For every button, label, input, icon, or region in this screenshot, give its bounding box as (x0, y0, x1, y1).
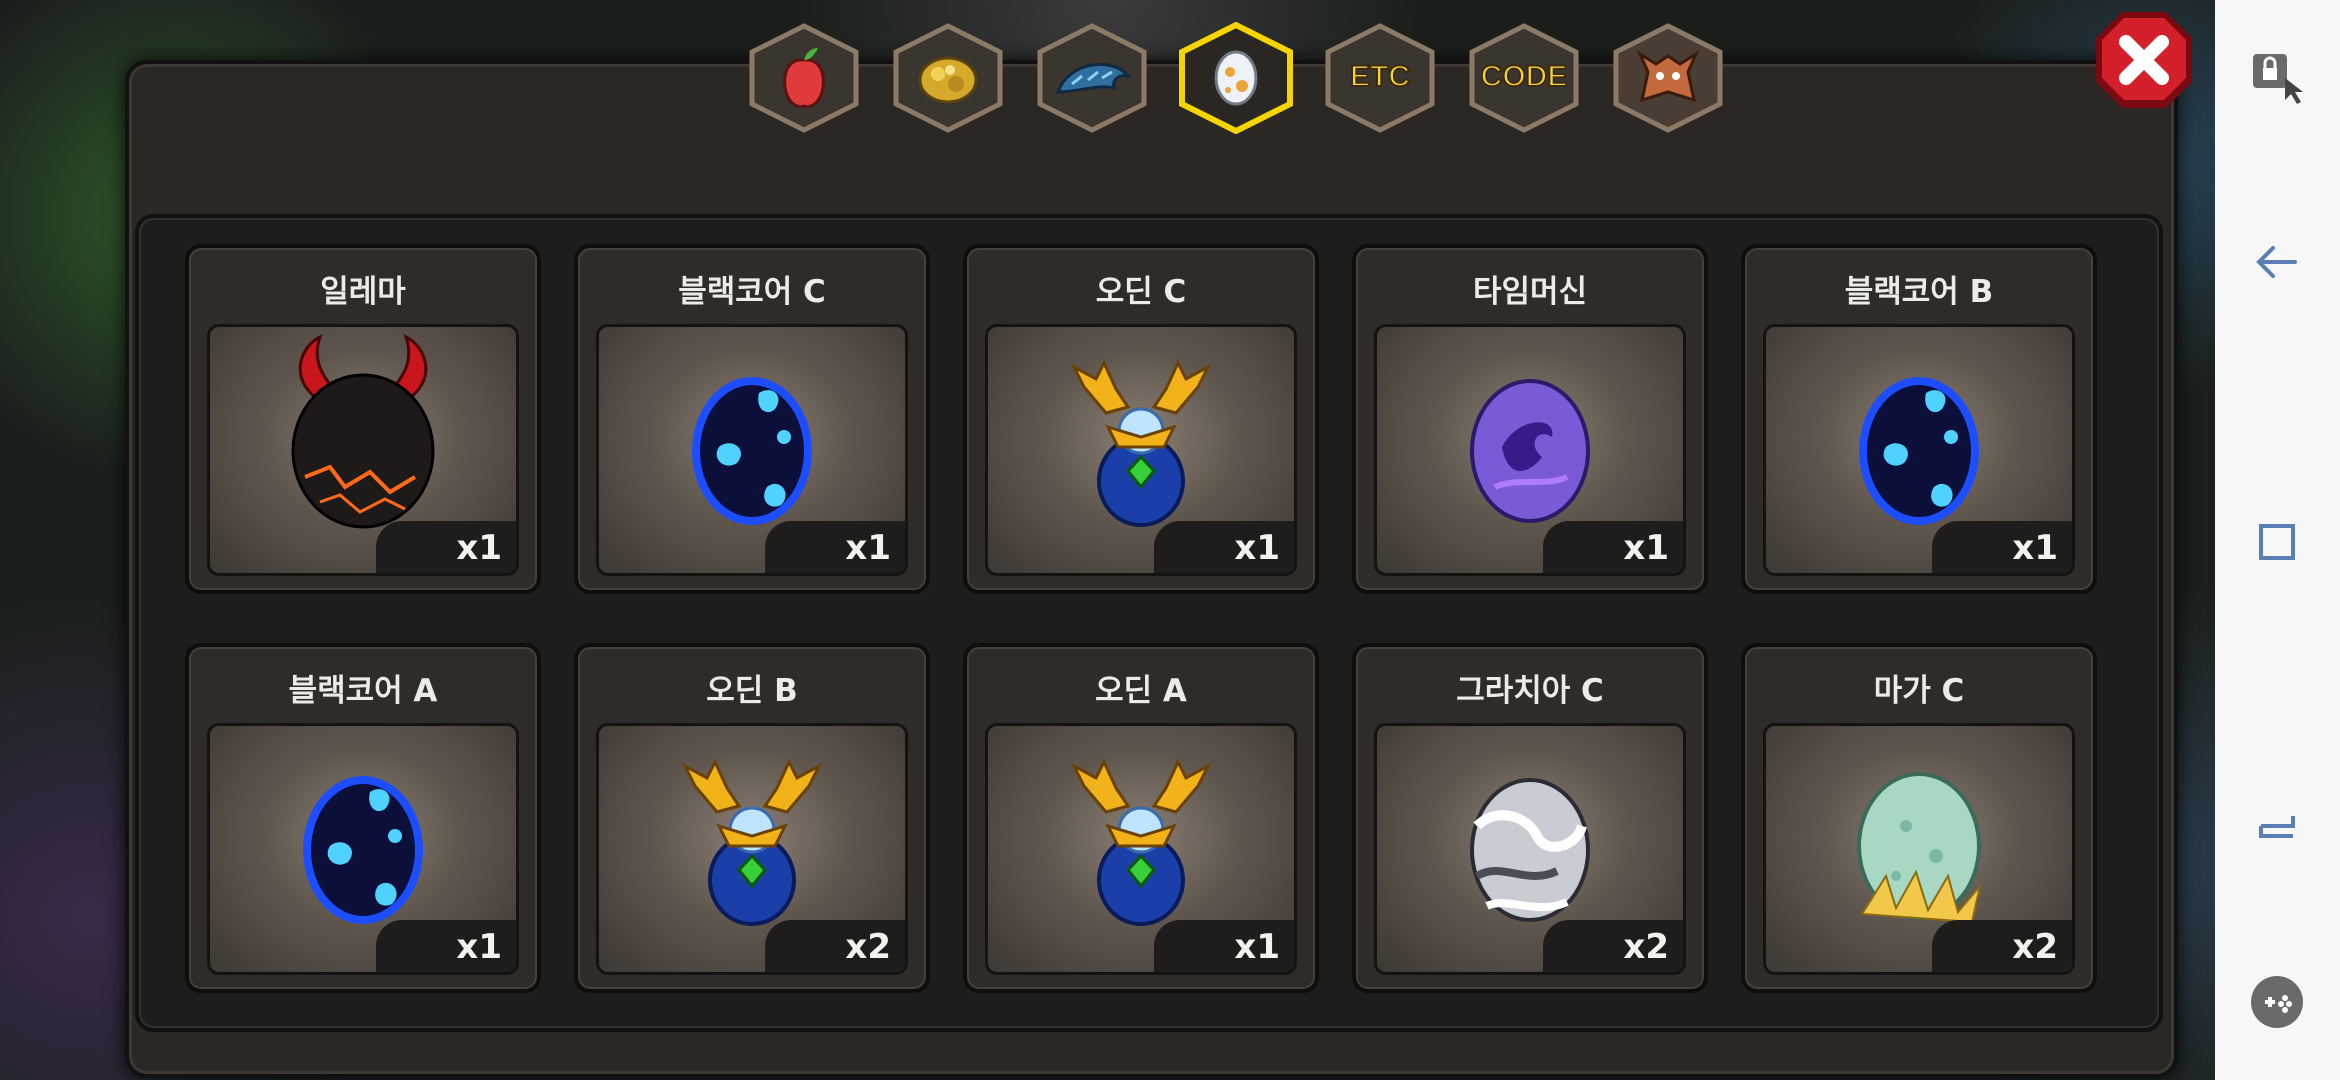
item-quantity-badge: x1 (1154, 920, 1294, 972)
item-quantity: x2 (2012, 927, 2058, 967)
item-image: x1 (596, 324, 908, 576)
item-card[interactable]: 블랙코어 A x1 (185, 643, 541, 993)
item-quantity-badge: x1 (1154, 521, 1294, 573)
item-quantity: x1 (1234, 528, 1280, 568)
item-card[interactable]: 오딘 B x2 (574, 643, 930, 993)
item-image: x1 (985, 723, 1297, 975)
item-card[interactable]: 그라치아 C x2 (1352, 643, 1708, 993)
item-quantity: x2 (1623, 927, 1669, 967)
item-quantity-badge: x1 (1932, 521, 2072, 573)
item-quantity: x1 (456, 528, 502, 568)
item-image: x1 (1374, 324, 1686, 576)
close-icon (2096, 12, 2192, 108)
item-card[interactable]: 일레마 x1 (185, 244, 541, 594)
tab-egg[interactable] (1176, 22, 1296, 134)
switch-apps-icon[interactable] (2247, 796, 2307, 856)
tab-fruit[interactable] (744, 22, 864, 134)
item-quantity-badge: x1 (376, 521, 516, 573)
item-image: x1 (985, 324, 1297, 576)
item-image: x1 (207, 324, 519, 576)
touch-lock-icon[interactable] (2247, 48, 2307, 108)
item-name: 오딘 B (706, 673, 798, 709)
item-quantity: x1 (845, 528, 891, 568)
item-image: x1 (1763, 324, 2075, 576)
item-image: x2 (1374, 723, 1686, 975)
item-name: 일레마 (320, 274, 406, 310)
item-quantity: x2 (845, 927, 891, 967)
close-button[interactable] (2092, 8, 2196, 112)
gamepad-icon[interactable] (2247, 972, 2307, 1032)
tab-etc-label: ETC (1349, 59, 1411, 94)
item-card[interactable]: 블랙코어 B x1 (1741, 244, 2097, 594)
item-quantity: x1 (2012, 528, 2058, 568)
tab-etc[interactable]: ETC (1320, 22, 1440, 134)
item-name: 블랙코어 B (1844, 274, 1994, 310)
back-arrow-icon[interactable] (2247, 232, 2307, 292)
recents-square-icon[interactable] (2247, 512, 2307, 572)
item-quantity-badge: x2 (1543, 920, 1683, 972)
gold-ore-icon (918, 56, 978, 104)
item-name: 오딘 A (1095, 673, 1187, 709)
system-nav-bar (2215, 0, 2340, 1080)
tab-code-label: CODE (1480, 59, 1569, 94)
item-image: x2 (596, 723, 908, 975)
item-quantity-badge: x1 (376, 920, 516, 972)
item-card[interactable]: 마가 C x2 (1741, 643, 2097, 993)
item-name: 블랙코어 A (288, 673, 438, 709)
item-quantity-badge: x1 (1543, 521, 1683, 573)
item-image: x2 (1763, 723, 2075, 975)
item-card[interactable]: 블랙코어 C x1 (574, 244, 930, 594)
item-quantity-badge: x2 (765, 920, 905, 972)
item-card[interactable]: 오딘 A x1 (963, 643, 1319, 993)
monster-head-icon (1636, 50, 1700, 103)
item-name: 그라치아 C (1456, 673, 1604, 709)
item-quantity: x1 (1234, 927, 1280, 967)
tab-dragon[interactable] (1032, 22, 1152, 134)
item-name: 마가 C (1873, 673, 1965, 709)
item-image: x1 (207, 723, 519, 975)
tab-monster[interactable] (1608, 22, 1728, 134)
item-card[interactable]: 오딘 C x1 (963, 244, 1319, 594)
egg-icon (1214, 50, 1258, 106)
item-quantity-badge: x2 (1932, 920, 2072, 972)
tab-ore[interactable] (888, 22, 1008, 134)
item-quantity-badge: x1 (765, 521, 905, 573)
item-name: 타임머신 (1472, 274, 1588, 310)
item-name: 오딘 C (1095, 274, 1187, 310)
tab-code[interactable]: CODE (1464, 22, 1584, 134)
item-card[interactable]: 타임머신 x1 (1352, 244, 1708, 594)
item-quantity: x1 (1623, 528, 1669, 568)
item-quantity: x1 (456, 927, 502, 967)
item-name: 블랙코어 C (678, 274, 826, 310)
